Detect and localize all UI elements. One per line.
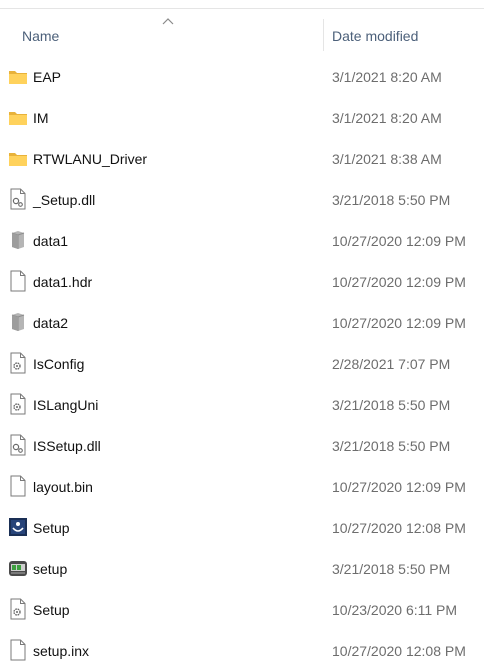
file-date-modified: 2/28/2021 7:07 PM	[332, 356, 451, 372]
installer-app-icon	[8, 557, 28, 579]
file-date-modified: 10/27/2020 12:09 PM	[332, 233, 466, 249]
file-row[interactable]: Setup 10/27/2020 12:08 PM	[0, 508, 484, 549]
column-divider[interactable]	[323, 19, 324, 51]
file-name[interactable]: EAP	[33, 69, 61, 85]
file-name[interactable]: IsConfig	[33, 356, 84, 372]
file-row[interactable]: Setup 10/23/2020 6:11 PM	[0, 590, 484, 631]
file-date-modified: 10/27/2020 12:09 PM	[332, 274, 466, 290]
file-date-modified: 3/1/2021 8:38 AM	[332, 151, 442, 167]
file-name[interactable]: Setup	[33, 520, 70, 536]
file-name[interactable]: layout.bin	[33, 479, 93, 495]
file-row[interactable]: ISSetup.dll 3/21/2018 5:50 PM	[0, 426, 484, 467]
blank-file-icon	[8, 270, 28, 292]
dll-file-icon	[8, 434, 28, 456]
file-row[interactable]: data2 10/27/2020 12:09 PM	[0, 303, 484, 344]
file-name[interactable]: RTWLANU_Driver	[33, 151, 147, 167]
file-date-modified: 10/27/2020 12:08 PM	[332, 643, 466, 659]
folder-icon	[8, 65, 28, 87]
file-name[interactable]: IM	[33, 110, 49, 126]
dll-file-icon	[8, 188, 28, 210]
file-date-modified: 10/23/2020 6:11 PM	[332, 602, 458, 618]
folder-icon	[8, 106, 28, 128]
column-header-bar: Name Date modified	[0, 9, 484, 53]
file-name[interactable]: data1	[33, 233, 68, 249]
file-date-modified: 10/27/2020 12:09 PM	[332, 479, 466, 495]
file-name[interactable]: ISLangUni	[33, 397, 98, 413]
file-date-modified: 10/27/2020 12:09 PM	[332, 315, 466, 331]
file-row[interactable]: RTWLANU_Driver 3/1/2021 8:38 AM	[0, 139, 484, 180]
setup-app-icon	[8, 516, 28, 538]
settings-file-icon	[8, 598, 28, 620]
file-name[interactable]: _Setup.dll	[33, 192, 95, 208]
file-row[interactable]: _Setup.dll 3/21/2018 5:50 PM	[0, 180, 484, 221]
file-name[interactable]: setup	[33, 561, 67, 577]
file-name[interactable]: data2	[33, 315, 68, 331]
file-row[interactable]: ISLangUni 3/21/2018 5:50 PM	[0, 385, 484, 426]
folder-icon	[8, 147, 28, 169]
file-date-modified: 10/27/2020 12:08 PM	[332, 520, 466, 536]
file-row[interactable]: data1.hdr 10/27/2020 12:09 PM	[0, 262, 484, 303]
blank-file-icon	[8, 475, 28, 497]
file-row[interactable]: IsConfig 2/28/2021 7:07 PM	[0, 344, 484, 385]
file-name[interactable]: setup.inx	[33, 643, 89, 659]
settings-file-icon	[8, 393, 28, 415]
file-date-modified: 3/21/2018 5:50 PM	[332, 438, 451, 454]
file-date-modified: 3/1/2021 8:20 AM	[332, 69, 442, 85]
file-list: EAP 3/1/2021 8:20 AM IM 3/1/2021 8:20 AM R…	[0, 57, 484, 672]
file-date-modified: 3/1/2021 8:20 AM	[332, 110, 442, 126]
sort-ascending-icon[interactable]	[162, 17, 174, 25]
file-row[interactable]: IM 3/1/2021 8:20 AM	[0, 98, 484, 139]
file-row[interactable]: layout.bin 10/27/2020 12:09 PM	[0, 467, 484, 508]
file-row[interactable]: setup 3/21/2018 5:50 PM	[0, 549, 484, 590]
file-row[interactable]: data1 10/27/2020 12:09 PM	[0, 221, 484, 262]
file-row[interactable]: setup.inx 10/27/2020 12:08 PM	[0, 631, 484, 672]
name-column-header[interactable]: Name	[22, 28, 59, 44]
date-modified-column-header[interactable]: Date modified	[332, 28, 418, 44]
file-name[interactable]: data1.hdr	[33, 274, 92, 290]
settings-file-icon	[8, 352, 28, 374]
file-date-modified: 3/21/2018 5:50 PM	[332, 561, 451, 577]
blank-file-icon	[8, 639, 28, 661]
cabinet-file-icon	[8, 229, 28, 251]
file-name[interactable]: Setup	[33, 602, 70, 618]
file-row[interactable]: EAP 3/1/2021 8:20 AM	[0, 57, 484, 98]
file-name[interactable]: ISSetup.dll	[33, 438, 101, 454]
file-date-modified: 3/21/2018 5:50 PM	[332, 192, 451, 208]
cabinet-file-icon	[8, 311, 28, 333]
file-date-modified: 3/21/2018 5:50 PM	[332, 397, 451, 413]
